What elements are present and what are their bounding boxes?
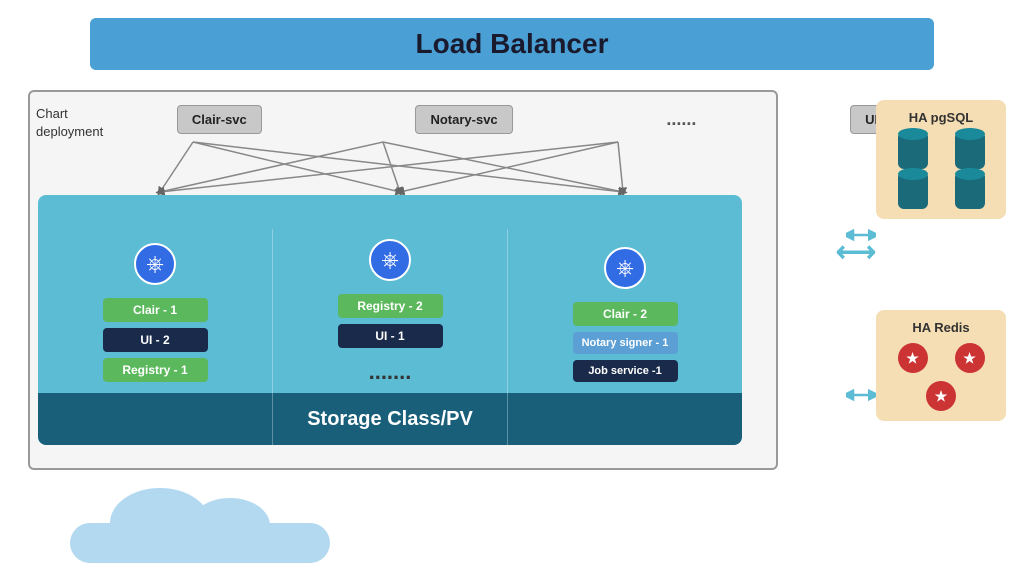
bidirectional-arrow-pgsql [846,220,876,250]
db-cylinder-2 [955,133,985,169]
ha-redis-icon-grid: ★ ★ ★ [886,343,996,411]
ha-pgsql-db-grid [886,133,996,209]
db-cylinder-3 [898,173,928,209]
pod-column-1: ⎈ Clair - 1 UI - 2 Registry - 1 [38,233,272,445]
clair-2-item: Clair - 2 [573,302,678,326]
job-service-item: Job service -1 [573,360,678,382]
registry-1-item: Registry - 1 [103,358,208,382]
cloud-fill [70,523,330,563]
notary-svc-box: Notary-svc [415,105,512,134]
db-cylinder-4 [955,173,985,209]
ha-pgsql-box: HA pgSQL [876,100,1006,219]
bidirectional-arrow-redis [846,380,876,410]
redis-icon-1: ★ [898,343,928,373]
k8s-icon-1: ⎈ [134,243,176,285]
middle-dots: ....... [369,359,412,385]
redis-icon-3: ★ [926,381,956,411]
svc-dots: ...... [666,109,696,130]
load-balancer-box: Load Balancer [90,18,934,70]
load-balancer-label: Load Balancer [416,28,609,59]
ui-2-item: UI - 2 [103,328,208,352]
ha-redis-title: HA Redis [886,320,996,335]
k8s-icon-2: ⎈ [369,239,411,281]
registry-2-item: Registry - 2 [338,294,443,318]
chart-deployment-label: Chartdeployment [36,105,103,141]
service-boxes-container: Clair-svc Notary-svc ...... UI-svc [100,105,996,134]
pods-area: Storage Class/PV ⎈ Clair - 1 UI - 2 Regi… [38,195,742,445]
k8s-icon-3: ⎈ [604,247,646,289]
ha-pgsql-title: HA pgSQL [886,110,996,125]
cloud-shape [60,503,340,563]
clair-svc-box: Clair-svc [177,105,262,134]
pod-column-3: ⎈ Clair - 2 Notary signer - 1 Job servic… [508,237,742,445]
pod-column-2: ⎈ Registry - 2 UI - 1 ....... [272,229,508,445]
clair-1-item: Clair - 1 [103,298,208,322]
notary-signer-item: Notary signer - 1 [573,332,678,354]
redis-icon-2: ★ [955,343,985,373]
ha-redis-box: HA Redis ★ ★ ★ [876,310,1006,421]
ui-1-item: UI - 1 [338,324,443,348]
db-cylinder-1 [898,133,928,169]
